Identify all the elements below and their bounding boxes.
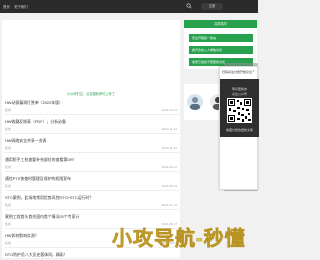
post-title[interactable]: 案例工程首头首先国内首个情况20个专家计 bbox=[5, 214, 79, 220]
post-title[interactable]: 通信PTS快查时管理及保护的权限宣布 bbox=[5, 176, 71, 182]
popup-line-1: 尊享更新的 bbox=[231, 87, 247, 91]
post-category: 集成 bbox=[5, 203, 12, 207]
post-title[interactable]: HW动保漏洞打赏单（2022年版） bbox=[5, 100, 63, 106]
post-category: 集成 bbox=[5, 184, 12, 188]
post-title[interactable]: HW收藏反馈表（PDF），分析必备 bbox=[5, 119, 66, 125]
nav-about-link[interactable]: 关于我们 bbox=[14, 4, 28, 9]
post-title[interactable]: HW网络安全共享一览表 bbox=[5, 138, 47, 144]
popup-line-3: 收藏付费的更新文库 bbox=[225, 128, 253, 132]
post-category: 集成 bbox=[5, 127, 12, 131]
avatar[interactable] bbox=[187, 94, 203, 110]
post-date: 2022-09-12 bbox=[161, 165, 177, 169]
post-category: 集成 bbox=[5, 241, 12, 245]
post-title[interactable]: 通用防手工检查要补充部位的查看第DR！ bbox=[5, 157, 77, 163]
post-title[interactable]: HW如何影响实测？ bbox=[5, 233, 39, 239]
post-category: 集成 bbox=[5, 146, 12, 150]
list-item[interactable]: DTO防护员八大历史客体间，精彩！ 集成 2022-03-08 bbox=[5, 251, 179, 260]
list-item[interactable]: HW网络安全共享一览表 集成 2022-11-21 bbox=[5, 137, 179, 153]
list-item[interactable]: 通信PTS快查时管理及保护的权限宣布 集成 2022-08-29 bbox=[5, 175, 179, 191]
post-date: 2022-11-21 bbox=[161, 146, 177, 150]
popup-line-2: 关注公众号 bbox=[231, 92, 247, 96]
nav-home-link[interactable]: 首页 bbox=[3, 4, 10, 9]
post-title[interactable]: STC案例，此场地常用优势风控DTO+STC运行时？ bbox=[5, 195, 93, 201]
list-item[interactable]: 通用防手工检查要补充部位的查看第DR！ 集成 2022-09-12 bbox=[5, 156, 179, 172]
list-item[interactable]: STC案例，此场地常用优势风控DTO+STC运行时？ 集成 2022-07-12 bbox=[5, 194, 179, 210]
post-title[interactable]: DTO防护员八大历史客体间，精彩！ bbox=[5, 252, 68, 258]
post-date: 2022-11-21 bbox=[161, 127, 177, 131]
site-watermark: 小攻导航-秒懂 bbox=[112, 228, 246, 251]
sidebar-item[interactable]: 安全开展第一版块 bbox=[189, 34, 253, 42]
list-item[interactable]: HW动保漏洞打赏单（2022年版） 集成 2022-12-21 bbox=[5, 99, 179, 115]
close-icon[interactable]: × bbox=[251, 68, 256, 73]
sidebar-heading: 共享精华 bbox=[184, 20, 257, 28]
sidebar-item[interactable]: 各开合的入人单独访问 bbox=[189, 46, 253, 54]
qr-code-icon bbox=[227, 98, 252, 123]
post-date: 2022-07-12 bbox=[161, 203, 177, 207]
list-item[interactable]: HW收藏反馈表（PDF），分析必备 集成 2022-11-21 bbox=[5, 118, 179, 134]
upload-notice[interactable]: 小伙伴们注：点击图标即可上传了 bbox=[2, 91, 180, 96]
post-category: 集成 bbox=[5, 222, 12, 226]
sidebar-featured-panel: 共享精华 安全开展第一版块 各开合的入人单独访问 收录已发的不断更新访谈 bbox=[184, 20, 257, 69]
post-category: 集成 bbox=[5, 108, 12, 112]
post-category: 集成 bbox=[5, 165, 12, 169]
login-button[interactable]: 注册 bbox=[201, 3, 223, 10]
follow-popup: 扫码关注付费开放平台 × 尊享更新的 关注公众号 收藏付费的更新文库 bbox=[219, 66, 259, 190]
post-date: 2022-08-29 bbox=[161, 184, 177, 188]
post-date: 2022-12-21 bbox=[161, 108, 177, 112]
top-navigation-bar: 首页 关于我们 注册 bbox=[0, 0, 258, 13]
search-icon[interactable] bbox=[186, 3, 192, 9]
